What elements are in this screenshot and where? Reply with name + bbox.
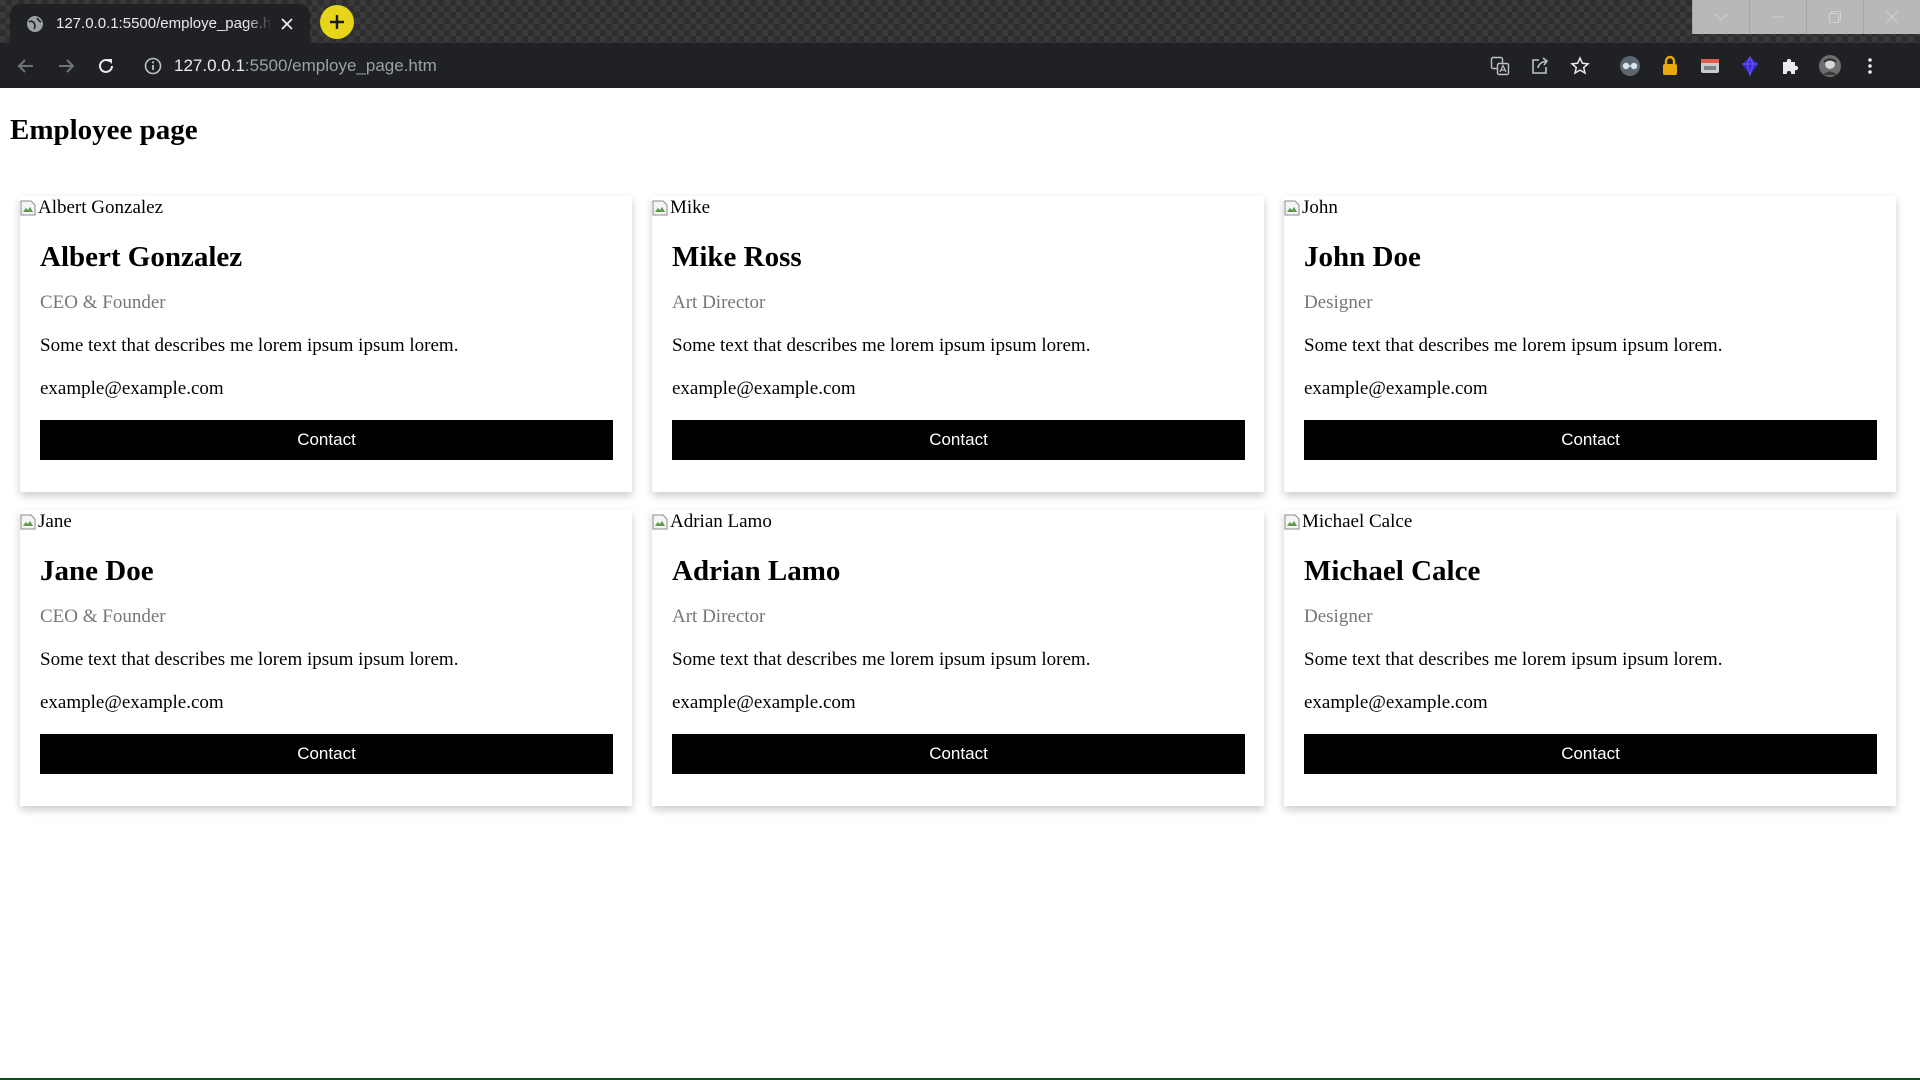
broken-image-icon xyxy=(20,514,36,530)
minimize-icon xyxy=(1772,16,1784,18)
employee-email: example@example.com xyxy=(1304,692,1488,713)
employee-name: Mike Ross xyxy=(672,241,802,273)
employee-role: Designer xyxy=(1304,292,1373,313)
employee-email: example@example.com xyxy=(672,692,856,713)
employee-name: Adrian Lamo xyxy=(672,555,841,587)
broken-image-icon xyxy=(1284,200,1300,216)
page-content: Employee page Albert Gonzalez Albert Gon… xyxy=(0,88,1920,1078)
employee-card: Albert Gonzalez Albert Gonzalez CEO & Fo… xyxy=(20,196,632,492)
employee-description: Some text that describes me lorem ipsum … xyxy=(40,649,459,670)
employee-role: CEO & Founder xyxy=(40,292,166,313)
page-title: Employee page xyxy=(10,114,198,146)
employee-description: Some text that describes me lorem ipsum … xyxy=(1304,649,1723,670)
new-tab-button[interactable] xyxy=(320,5,354,39)
employee-grid: Albert Gonzalez Albert Gonzalez CEO & Fo… xyxy=(20,196,1896,806)
contact-button[interactable]: Contact xyxy=(672,734,1245,774)
broken-image-icon xyxy=(652,514,668,530)
employee-photo-alt: Albert Gonzalez xyxy=(38,197,164,218)
employee-description: Some text that describes me lorem ipsum … xyxy=(672,649,1091,670)
address-bar-actions xyxy=(1480,47,1600,85)
globe-icon xyxy=(26,15,44,33)
minimize-button[interactable] xyxy=(1749,0,1806,34)
contact-button[interactable]: Contact xyxy=(40,734,613,774)
bookmark-star-icon[interactable] xyxy=(1560,47,1600,85)
employee-name: John Doe xyxy=(1304,241,1421,273)
extension-glasses-icon[interactable] xyxy=(1610,46,1650,86)
close-icon xyxy=(1886,11,1898,23)
url-host: 127.0.0.1 xyxy=(174,55,245,75)
employee-name: Michael Calce xyxy=(1304,555,1481,587)
employee-photo-alt: Jane xyxy=(38,511,72,532)
url-text[interactable]: 127.0.0.1:5500/employe_page.htm xyxy=(174,56,437,76)
employee-email: example@example.com xyxy=(40,692,224,713)
employee-role: Art Director xyxy=(672,292,766,313)
plus-icon xyxy=(330,15,344,29)
employee-card: Michael Calce Michael Calce Designer Som… xyxy=(1284,510,1896,806)
extension-lock-icon[interactable] xyxy=(1650,46,1690,86)
address-bar[interactable]: 127.0.0.1:5500/employe_page.htm xyxy=(130,46,1600,85)
extensions-bar xyxy=(1610,46,1890,86)
employee-email: example@example.com xyxy=(672,378,856,399)
browser-tab-active[interactable]: 127.0.0.1:5500/employe_page.htm xyxy=(10,4,310,43)
broken-image-icon xyxy=(20,200,36,216)
extension-gem-icon[interactable] xyxy=(1730,46,1770,86)
profile-avatar-icon[interactable] xyxy=(1810,46,1850,86)
employee-card: John John Doe Designer Some text that de… xyxy=(1284,196,1896,492)
employee-photo: Jane xyxy=(20,510,632,534)
close-tab-icon[interactable] xyxy=(276,13,298,35)
employee-description: Some text that describes me lorem ipsum … xyxy=(672,335,1091,356)
extension-window-icon[interactable] xyxy=(1690,46,1730,86)
menu-kebab-icon[interactable] xyxy=(1850,46,1890,86)
employee-email: example@example.com xyxy=(1304,378,1488,399)
restore-icon xyxy=(1829,11,1841,23)
broken-image-icon xyxy=(1284,514,1300,530)
share-icon[interactable] xyxy=(1520,47,1560,85)
employee-photo-alt: John xyxy=(1302,197,1338,218)
employee-role: CEO & Founder xyxy=(40,606,166,627)
contact-button[interactable]: Contact xyxy=(40,420,613,460)
employee-photo: Mike xyxy=(652,196,1264,220)
employee-name: Jane Doe xyxy=(40,555,154,587)
chevron-down-icon xyxy=(1714,13,1728,21)
employee-photo: Albert Gonzalez xyxy=(20,196,632,220)
employee-email: example@example.com xyxy=(40,378,224,399)
employee-photo-alt: Mike xyxy=(670,197,711,218)
tab-search-button[interactable] xyxy=(1692,0,1749,34)
employee-card: Jane Jane Doe CEO & Founder Some text th… xyxy=(20,510,632,806)
employee-photo: Adrian Lamo xyxy=(652,510,1264,534)
employee-photo: John xyxy=(1284,196,1896,220)
browser-toolbar: 127.0.0.1:5500/employe_page.htm xyxy=(0,43,1920,88)
tab-title: 127.0.0.1:5500/employe_page.htm xyxy=(56,15,272,32)
employee-role: Designer xyxy=(1304,606,1373,627)
extensions-puzzle-icon[interactable] xyxy=(1770,46,1810,86)
employee-photo: Michael Calce xyxy=(1284,510,1896,534)
arrow-right-icon xyxy=(59,58,75,73)
employee-card: Adrian Lamo Adrian Lamo Art Director Som… xyxy=(652,510,1264,806)
broken-image-icon xyxy=(652,200,668,216)
employee-description: Some text that describes me lorem ipsum … xyxy=(1304,335,1723,356)
contact-button[interactable]: Contact xyxy=(672,420,1245,460)
employee-card: Mike Mike Ross Art Director Some text th… xyxy=(652,196,1264,492)
employee-role: Art Director xyxy=(672,606,766,627)
info-icon[interactable] xyxy=(144,57,162,75)
close-window-button[interactable] xyxy=(1863,0,1920,34)
contact-button[interactable]: Contact xyxy=(1304,734,1877,774)
contact-button[interactable]: Contact xyxy=(1304,420,1877,460)
reload-button[interactable] xyxy=(86,46,126,86)
tab-strip: 127.0.0.1:5500/employe_page.htm xyxy=(0,0,1920,43)
translate-icon[interactable] xyxy=(1480,47,1520,85)
back-button[interactable] xyxy=(6,46,46,86)
reload-icon xyxy=(99,58,113,73)
url-path: :5500/employe_page.htm xyxy=(244,55,437,75)
forward-button[interactable] xyxy=(46,46,86,86)
restore-button[interactable] xyxy=(1806,0,1863,34)
employee-photo-alt: Adrian Lamo xyxy=(670,511,772,532)
window-controls xyxy=(1692,0,1920,34)
employee-description: Some text that describes me lorem ipsum … xyxy=(40,335,459,356)
employee-name: Albert Gonzalez xyxy=(40,241,243,273)
arrow-left-icon xyxy=(17,58,33,73)
employee-photo-alt: Michael Calce xyxy=(1302,511,1413,532)
